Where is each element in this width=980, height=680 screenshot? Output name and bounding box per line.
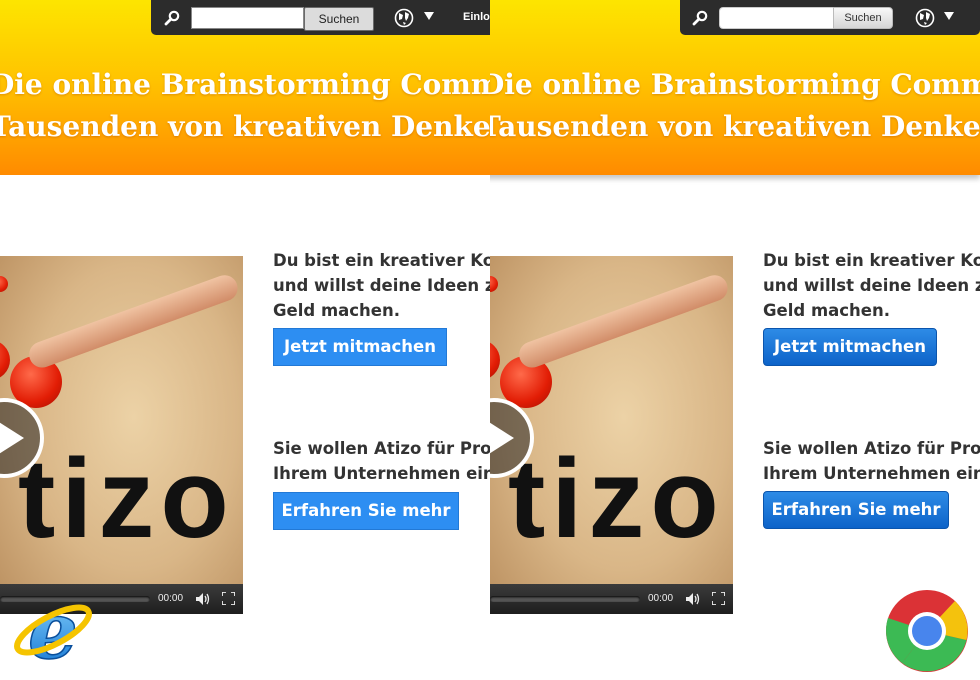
play-icon bbox=[490, 419, 514, 457]
video-player[interactable]: tizo 00:00 bbox=[0, 256, 243, 614]
creative-pitch-line: Du bist ein kreativer Kopf bbox=[763, 251, 980, 270]
time-display: 00:00 bbox=[648, 593, 674, 604]
svg-text:e: e bbox=[28, 588, 78, 674]
caret-down-icon[interactable] bbox=[424, 12, 434, 20]
chrome-logo bbox=[886, 590, 968, 672]
volume-icon[interactable] bbox=[196, 593, 210, 605]
volume-icon[interactable] bbox=[686, 593, 700, 605]
hero-headline: Die online Brainstorming Community Tause… bbox=[0, 64, 490, 148]
hand bbox=[515, 271, 732, 372]
fullscreen-icon[interactable] bbox=[712, 592, 725, 605]
red-ball bbox=[0, 340, 10, 380]
business-pitch-line: Ihrem Unternehmen einsetzen? bbox=[763, 464, 980, 483]
video-player[interactable]: tizo 00:00 bbox=[490, 256, 733, 614]
video-logo-text: tizo bbox=[508, 436, 725, 561]
business-pitch: Sie wollen Atizo für Projekte in Ihrem U… bbox=[273, 436, 490, 486]
search-input[interactable] bbox=[719, 7, 833, 29]
search-button[interactable]: Suchen bbox=[304, 7, 374, 31]
hero-line-2: Tausenden von kreativen Denkern. bbox=[0, 110, 490, 143]
red-ball bbox=[0, 276, 8, 292]
red-ball bbox=[490, 340, 500, 380]
page-canvas: Suchen Die online Brainstorming Communit… bbox=[490, 0, 980, 680]
creative-pitch: Du bist ein kreativer Kopf und willst de… bbox=[763, 248, 980, 323]
globe-icon[interactable] bbox=[394, 8, 414, 28]
creative-pitch-line: Geld machen. bbox=[763, 301, 891, 320]
search-input[interactable] bbox=[191, 7, 304, 29]
business-pitch-line: Ihrem Unternehmen einsetzen? bbox=[273, 464, 490, 483]
hero-headline: Die online Brainstorming Community Tause… bbox=[490, 64, 980, 148]
join-button[interactable]: Jetzt mitmachen bbox=[763, 328, 937, 366]
hero-line-1: Die online Brainstorming Community bbox=[0, 68, 490, 101]
video-controls: 00:00 bbox=[490, 584, 733, 614]
red-ball bbox=[490, 276, 498, 292]
creative-pitch-line: Geld machen. bbox=[273, 301, 401, 320]
ie-logo: e bbox=[14, 588, 92, 674]
caret-down-icon[interactable] bbox=[944, 12, 954, 20]
join-button[interactable]: Jetzt mitmachen bbox=[273, 328, 447, 366]
hero-line-2: Tausenden von kreativen Denkern. bbox=[490, 110, 980, 143]
time-display: 00:00 bbox=[158, 593, 184, 604]
chrome-rendering-panel: Suchen Die online Brainstorming Communit… bbox=[490, 0, 980, 680]
play-icon bbox=[0, 419, 24, 457]
video-logo-text: tizo bbox=[18, 436, 235, 561]
search-icon[interactable] bbox=[692, 10, 708, 26]
learn-more-button[interactable]: Erfahren Sie mehr bbox=[273, 492, 459, 530]
page-canvas: Suchen Einlo Die online Brainstorming Co… bbox=[0, 0, 490, 680]
fullscreen-icon[interactable] bbox=[222, 592, 235, 605]
creative-pitch-line: und willst deine Ideen zu bbox=[273, 276, 490, 295]
search-icon[interactable] bbox=[164, 10, 180, 26]
search-button[interactable]: Suchen bbox=[833, 7, 893, 29]
creative-pitch-line: Du bist ein kreativer Kopf bbox=[273, 251, 490, 270]
creative-pitch: Du bist ein kreativer Kopf und willst de… bbox=[273, 248, 490, 323]
business-pitch-line: Sie wollen Atizo für Projekte in bbox=[763, 439, 980, 458]
login-link[interactable]: Einlo bbox=[463, 11, 490, 23]
globe-icon[interactable] bbox=[915, 8, 935, 28]
business-pitch: Sie wollen Atizo für Projekte in Ihrem U… bbox=[763, 436, 980, 486]
learn-more-button[interactable]: Erfahren Sie mehr bbox=[763, 491, 949, 529]
business-pitch-line: Sie wollen Atizo für Projekte in bbox=[273, 439, 490, 458]
hand bbox=[25, 271, 242, 372]
progress-bar[interactable] bbox=[490, 596, 640, 602]
hero-line-1: Die online Brainstorming Community bbox=[490, 68, 980, 101]
ie-rendering-panel: Suchen Einlo Die online Brainstorming Co… bbox=[0, 0, 490, 680]
creative-pitch-line: und willst deine Ideen zu bbox=[763, 276, 980, 295]
